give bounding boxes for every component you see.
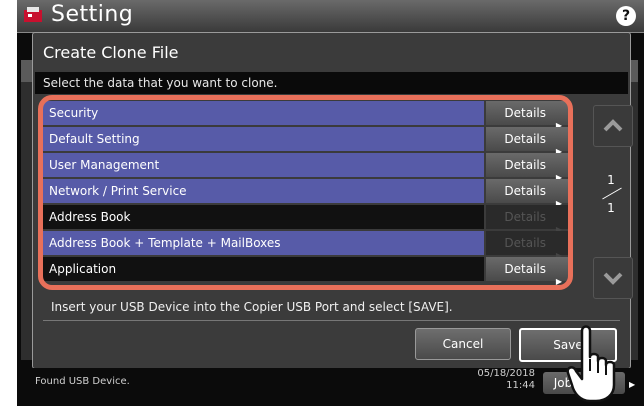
usb-instruction: Insert your USB Device into the Copier U… [51,300,453,314]
setting-app-icon [24,7,42,22]
divider [43,320,620,321]
page-current: 1 [607,173,615,187]
time-label: 11:44 [506,380,535,391]
scroll-down-button[interactable] [593,257,633,299]
status-bar: Found USB Device. 05/18/2018 11:44 Job S… [17,368,644,398]
arrow-right-icon: ▶ [629,380,636,389]
cancel-button[interactable]: Cancel [415,328,511,360]
date-label: 05/18/2018 [477,368,535,379]
status-message: Found USB Device. [35,376,130,387]
page-slash [602,187,622,200]
header-bar: Setting ? [17,0,644,33]
page-total: 1 [607,201,615,215]
chevron-up-icon [603,119,623,132]
help-icon[interactable]: ? [616,6,636,26]
scroll-up-button[interactable] [593,105,633,147]
chevron-down-icon [603,272,623,285]
date-time: 05/18/2018 11:44 [461,368,535,392]
highlight-outline [38,95,573,290]
dialog-title: Create Clone File [43,43,179,62]
page-title: Setting [51,2,134,27]
hand-pointer-icon [566,325,616,403]
instruction-text: Select the data that you want to clone. [35,72,628,94]
